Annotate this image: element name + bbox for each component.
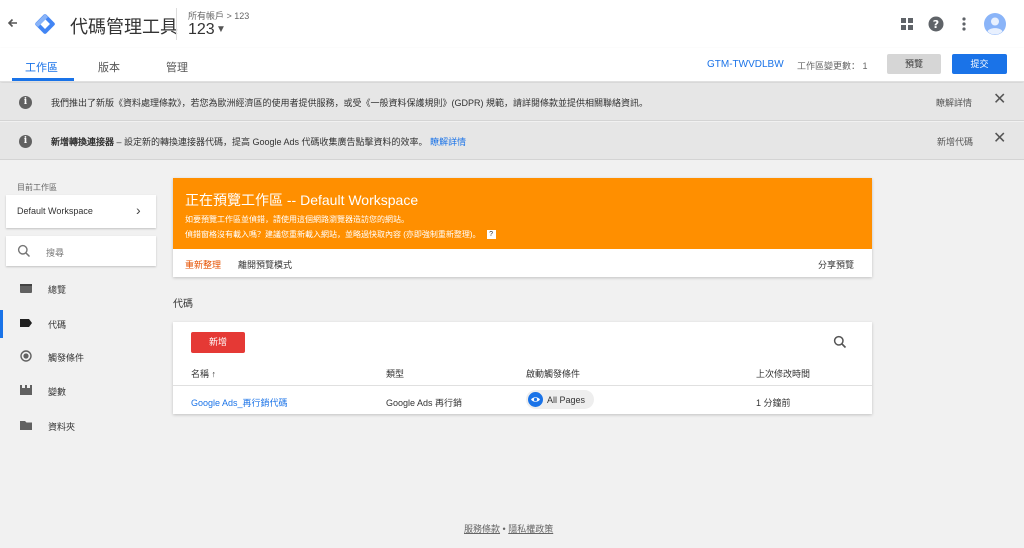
preview-hint-text: 偵錯窗格沒有載入嗎？建議您重新載入網站，並略過快取內容 (亦即強制重新整理)。 <box>185 230 481 239</box>
row-divider <box>173 385 872 386</box>
svg-text:?: ? <box>933 18 939 31</box>
tag-icon <box>19 317 33 329</box>
notification-text: – 設定新的轉換連接器代碼，提高 Google Ads 代碼收集廣告點擊資料的效… <box>114 137 428 147</box>
workspace-selector[interactable]: Default Workspace › <box>6 195 156 228</box>
trigger-chip[interactable]: All Pages <box>526 390 594 409</box>
refresh-button[interactable]: 重新整理 <box>185 258 221 271</box>
folder-icon <box>19 419 33 431</box>
notification-message: 我們推出了新版《資料處理條款》，若您為歐洲經濟區的使用者提供服務，或受《一般資料… <box>51 98 649 108</box>
exit-preview-button[interactable]: 離開預覽模式 <box>238 258 292 271</box>
back-arrow-icon[interactable] <box>6 16 20 30</box>
column-header-modified[interactable]: 上次修改時間 <box>756 367 810 380</box>
preview-banner-header: 正在預覽工作區 -- Default Workspace 如要預覽工作區並偵錯，… <box>173 178 872 249</box>
sidebar-search[interactable]: 搜尋 <box>6 236 156 266</box>
header-divider <box>176 8 177 40</box>
trigger-name: All Pages <box>547 395 586 405</box>
notification-message: 新增轉換連接器 – 設定新的轉換連接器代碼，提高 Google Ads 代碼收集… <box>51 135 466 148</box>
preview-button[interactable]: 預覽 <box>887 54 941 74</box>
workspace-name: Default Workspace <box>17 206 93 216</box>
column-header-trigger[interactable]: 啟動觸發條件 <box>526 367 580 380</box>
gdpr-notification: i 我們推出了新版《資料處理條款》，若您為歐洲經濟區的使用者提供服務，或受《一般… <box>0 83 1024 121</box>
overview-icon <box>19 282 33 294</box>
more-vert-icon[interactable] <box>955 15 973 33</box>
terms-link[interactable]: 服務條款 <box>464 524 500 534</box>
close-icon[interactable]: ✕ <box>993 131 1006 147</box>
apps-grid-icon[interactable] <box>898 15 916 33</box>
learn-more-link[interactable]: 瞭解詳情 <box>430 137 466 147</box>
help-icon[interactable]: ? <box>927 15 945 33</box>
last-modified: 1 分鐘前 <box>756 398 791 408</box>
container-selector[interactable]: 123 <box>188 21 215 39</box>
container-id[interactable]: GTM-TWVDLBW <box>707 59 784 70</box>
preview-title: 正在預覽工作區 -- Default Workspace <box>185 192 419 208</box>
learn-more-link[interactable]: 瞭解詳情 <box>936 96 972 109</box>
gtm-logo-icon <box>34 13 56 35</box>
close-icon[interactable]: ✕ <box>993 92 1006 108</box>
caret-down-icon[interactable]: ▼ <box>216 24 226 35</box>
pageview-eye-icon <box>528 392 543 407</box>
column-header-type[interactable]: 類型 <box>386 367 404 380</box>
top-app-bar: 代碼管理工具 所有帳戶 > 123 123 ▼ ? <box>0 0 1024 48</box>
workspace-changes-count: 工作區變更數： 1 <box>797 61 868 71</box>
search-icon[interactable] <box>833 335 847 349</box>
sidebar-item-label: 總覽 <box>48 285 67 295</box>
sidebar-item-label: 資料夾 <box>48 422 76 432</box>
tag-name-link[interactable]: Google Ads_再行銷代碼 <box>191 396 288 409</box>
preview-banner: 正在預覽工作區 -- Default Workspace 如要預覽工作區並偵錯，… <box>173 178 872 277</box>
footer: 服務條款 • 隱私權政策 <box>464 522 553 535</box>
preview-hint: 偵錯窗格沒有載入嗎？建議您重新載入網站，並略過快取內容 (亦即強制重新整理)。? <box>185 229 496 240</box>
submit-button[interactable]: 提交 <box>952 54 1007 74</box>
sidebar-item-triggers[interactable]: 觸發條件 <box>0 347 160 367</box>
account-avatar-icon[interactable] <box>984 13 1006 35</box>
tab-versions[interactable]: 版本 <box>98 59 120 75</box>
column-header-name[interactable]: 名稱 ↑ <box>191 367 216 380</box>
tag-type: Google Ads 再行銷 <box>386 398 463 408</box>
help-icon[interactable]: ? <box>486 230 496 240</box>
tab-admin[interactable]: 管理 <box>166 59 188 75</box>
sidebar-item-overview[interactable]: 總覽 <box>0 279 160 299</box>
tab-workspace[interactable]: 工作區 <box>25 59 58 75</box>
add-tag-link[interactable]: 新增代碼 <box>937 135 973 148</box>
variables-icon <box>19 384 33 396</box>
sidebar-item-folders[interactable]: 資料夾 <box>0 416 160 436</box>
app-title: 代碼管理工具 <box>70 17 178 37</box>
section-title: 代碼 <box>173 299 193 310</box>
sidebar-item-variables[interactable]: 變數 <box>0 381 160 401</box>
preview-description: 如要預覽工作區並偵錯，請使用這個網路瀏覽器造訪您的網站。 <box>185 215 409 224</box>
share-preview-button[interactable]: 分享預覽 <box>818 258 854 271</box>
info-icon: i <box>19 135 32 148</box>
privacy-link[interactable]: 隱私權政策 <box>508 524 553 534</box>
chevron-right-icon: › <box>136 202 141 218</box>
trigger-icon <box>19 350 33 362</box>
current-workspace-label: 目前工作區 <box>17 183 57 192</box>
info-icon: i <box>19 96 32 109</box>
tags-table-card: 新增 名稱 ↑ 類型 啟動觸發條件 上次修改時間 Google Ads_再行銷代… <box>173 322 872 414</box>
search-placeholder: 搜尋 <box>46 248 65 258</box>
footer-separator: • <box>502 524 506 534</box>
sidebar-item-label: 變數 <box>48 387 67 397</box>
tab-active-indicator <box>12 78 74 81</box>
search-icon <box>17 244 31 261</box>
tab-bar <box>0 48 1024 82</box>
notification-title: 新增轉換連接器 <box>51 137 115 147</box>
sidebar-item-label: 觸發條件 <box>48 353 85 363</box>
sidebar-item-label: 代碼 <box>48 320 67 330</box>
conversion-linker-notification: i 新增轉換連接器 – 設定新的轉換連接器代碼，提高 Google Ads 代碼… <box>0 122 1024 160</box>
new-tag-button[interactable]: 新增 <box>191 332 245 353</box>
sidebar-item-tags[interactable]: 代碼 <box>0 314 160 334</box>
